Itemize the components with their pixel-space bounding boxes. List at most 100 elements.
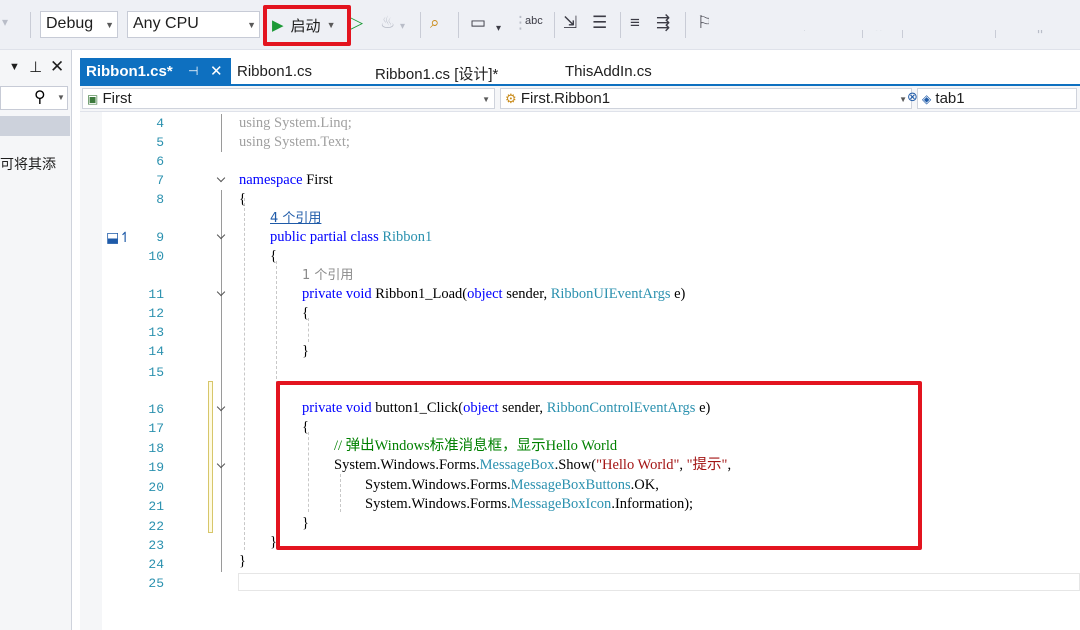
- code-token: private void: [302, 400, 372, 416]
- pin-icon[interactable]: ⊣: [188, 64, 198, 78]
- line-number: 21: [148, 499, 164, 514]
- code-token: .Information);: [611, 496, 694, 512]
- code-line-16[interactable]: private void button1_Click(object sender…: [302, 399, 710, 418]
- code-line-23[interactable]: }: [270, 533, 277, 552]
- panel-menu-icon[interactable]: ▼: [9, 61, 20, 73]
- line-number: 19: [148, 460, 164, 475]
- code-line-20[interactable]: System.Windows.Forms.MessageBoxButtons.O…: [365, 476, 659, 495]
- member-dropdown[interactable]: ⊗ ◈ tab1: [907, 88, 1077, 109]
- tab-label: Ribbon1.cs [设计]*: [375, 66, 499, 83]
- close-icon[interactable]: ✕: [210, 62, 223, 80]
- chevron-down-icon[interactable]: ▾: [400, 17, 405, 37]
- start-without-debugging-icon[interactable]: ▷: [350, 13, 363, 33]
- line-number: 14: [148, 344, 164, 359]
- code-token: namespace: [239, 172, 303, 188]
- indent-guide: [276, 261, 277, 524]
- code-editor[interactable]: [80, 112, 1080, 630]
- code-line-24[interactable]: }: [239, 552, 246, 571]
- code-token: RibbonUIEventArgs: [550, 286, 671, 302]
- code-token: {: [302, 305, 309, 321]
- tab-strip-empty-area: [709, 2, 1080, 30]
- toolbar-separator: [30, 12, 31, 38]
- code-token: }: [302, 343, 309, 359]
- code-token: .Show(: [554, 457, 597, 473]
- solution-configuration-dropdown[interactable]: Debug ▼: [40, 11, 118, 38]
- code-line-22[interactable]: }: [302, 514, 309, 533]
- solution-configuration-value: Debug: [46, 15, 94, 32]
- tab-thisaddin-cs[interactable]: ThisAddIn.cs: [559, 58, 709, 86]
- line-number: 13: [148, 325, 164, 340]
- comment-lines-icon[interactable]: ≡: [630, 13, 640, 33]
- chevron-down-icon[interactable]: ▾: [496, 19, 501, 39]
- code-line-11[interactable]: private void Ribbon1_Load(object sender,…: [302, 285, 685, 304]
- code-token: using: [239, 134, 271, 150]
- solution-platform-dropdown[interactable]: Any CPU ▼: [127, 11, 260, 38]
- code-line-5[interactable]: using System.Text;: [239, 133, 350, 152]
- line-number: 24: [148, 557, 164, 572]
- line-number: 5: [156, 135, 164, 150]
- current-line-highlight: [238, 573, 1080, 591]
- project-icon: ▣: [87, 92, 99, 106]
- indent-guide: [244, 198, 245, 550]
- codelens-references[interactable]: 1 个引用: [302, 266, 353, 285]
- line-number: 11: [148, 287, 164, 302]
- code-line-4[interactable]: using System.Linq;: [239, 114, 352, 133]
- codelens-references[interactable]: 4 个引用: [270, 209, 321, 228]
- toolbar-separator: [458, 12, 459, 38]
- code-line-12[interactable]: {: [302, 304, 309, 323]
- code-token: System.Linq;: [274, 115, 352, 131]
- code-line-21[interactable]: System.Windows.Forms.MessageBoxIcon.Info…: [365, 495, 693, 514]
- line-number: 15: [148, 365, 164, 380]
- code-line-19[interactable]: System.Windows.Forms.MessageBox.Show("He…: [334, 456, 731, 475]
- chevron-down-icon: ▼: [482, 95, 490, 104]
- tab-ribbon1-designer[interactable]: Ribbon1.cs [设计]*: [369, 58, 559, 86]
- line-number: 16: [148, 402, 164, 417]
- code-token: sender,: [502, 400, 544, 416]
- line-number: 25: [148, 576, 164, 591]
- code-line-17[interactable]: {: [302, 418, 309, 437]
- tab-label: Ribbon1.cs*: [86, 63, 173, 80]
- class-value: First.Ribbon1: [520, 90, 611, 107]
- code-token: System.Windows.Forms.: [365, 477, 511, 493]
- uncomment-lines-icon[interactable]: ⇶: [656, 13, 670, 33]
- panel-search-input[interactable]: ⚲ ▼: [0, 86, 68, 110]
- code-line-7[interactable]: namespace First: [239, 171, 333, 190]
- code-line-9[interactable]: public partial class Ribbon1: [270, 228, 432, 247]
- start-debugging-button[interactable]: ▶ 启动 ▼: [268, 10, 346, 40]
- search-icon: ⚲: [34, 89, 46, 106]
- chevron-down-icon[interactable]: ▼: [57, 93, 65, 102]
- line-number: 7: [156, 173, 164, 188]
- code-token: MessageBox: [479, 457, 555, 473]
- hot-reload-icon[interactable]: ♨: [380, 13, 395, 33]
- spell-check-icon[interactable]: abc: [525, 11, 543, 31]
- close-icon[interactable]: ✕: [50, 57, 64, 77]
- toolbar-dropdown-icon[interactable]: ▾: [2, 12, 8, 32]
- line-number: 10: [148, 249, 164, 264]
- code-token: "Hello World": [596, 457, 680, 473]
- chevron-down-icon: ▼: [105, 20, 114, 30]
- line-number: 6: [156, 154, 164, 169]
- window-layout-icon[interactable]: ▭: [470, 13, 486, 33]
- code-line-8[interactable]: {: [239, 190, 246, 209]
- code-line-14[interactable]: }: [302, 342, 309, 361]
- code-navigation-bar: ▣ First ▼ ⚙ First.Ribbon1 ▼ ⊗ ◈ tab1: [80, 86, 1080, 112]
- tab-ribbon1-cs-modified[interactable]: Ribbon1.cs* ⊣ ✕: [80, 58, 231, 86]
- code-line-10[interactable]: {: [270, 247, 277, 266]
- document-outline-icon[interactable]: ☰: [592, 13, 607, 33]
- code-token: e): [674, 286, 686, 302]
- line-number: 18: [148, 441, 164, 456]
- tab-ribbon1-cs[interactable]: Ribbon1.cs: [231, 58, 369, 86]
- pin-icon[interactable]: ⊥: [29, 58, 42, 76]
- code-token: }: [239, 553, 246, 569]
- project-dropdown[interactable]: ▣ First ▼: [82, 88, 495, 109]
- class-dropdown[interactable]: ⚙ First.Ribbon1 ▼: [500, 88, 912, 109]
- member-value: tab1: [935, 90, 965, 107]
- member-icon: ◈: [922, 92, 932, 106]
- find-in-files-icon[interactable]: ⌕: [430, 13, 440, 33]
- code-token: using: [239, 115, 271, 131]
- split-view-icon[interactable]: ⊗: [907, 89, 918, 105]
- code-line-18[interactable]: // 弹出Windows标准消息框，显示Hello World: [334, 437, 617, 456]
- step-into-icon[interactable]: ⇲: [563, 13, 577, 33]
- selected-item-band[interactable]: [0, 116, 70, 136]
- code-token: ,: [679, 457, 687, 473]
